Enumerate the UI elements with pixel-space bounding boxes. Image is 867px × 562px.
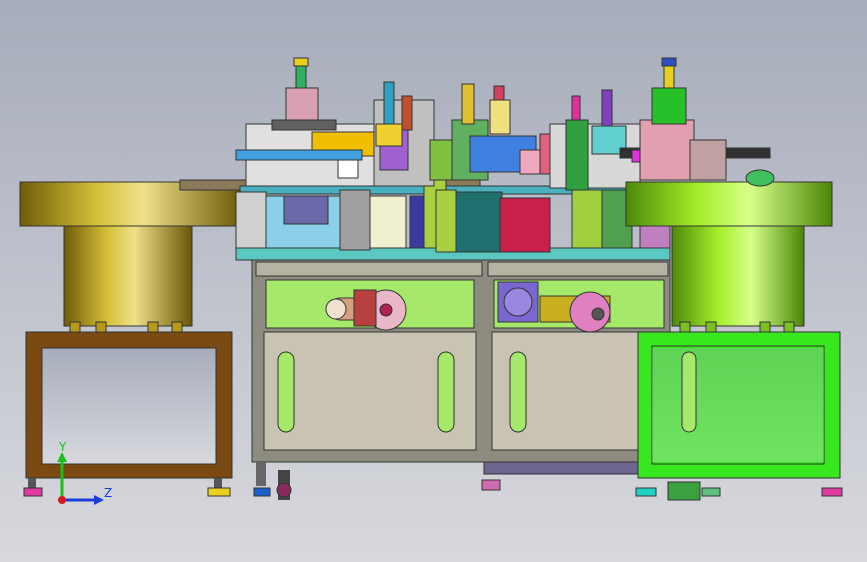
right-stand <box>637 331 841 479</box>
center-cabinet <box>251 255 703 475</box>
axis-z-label: Z <box>104 486 113 500</box>
cad-viewport[interactable]: Y Z <box>0 0 867 562</box>
axis-y-label: Y <box>59 440 67 454</box>
left-stand <box>23 331 233 497</box>
machine-drawing <box>0 0 867 562</box>
